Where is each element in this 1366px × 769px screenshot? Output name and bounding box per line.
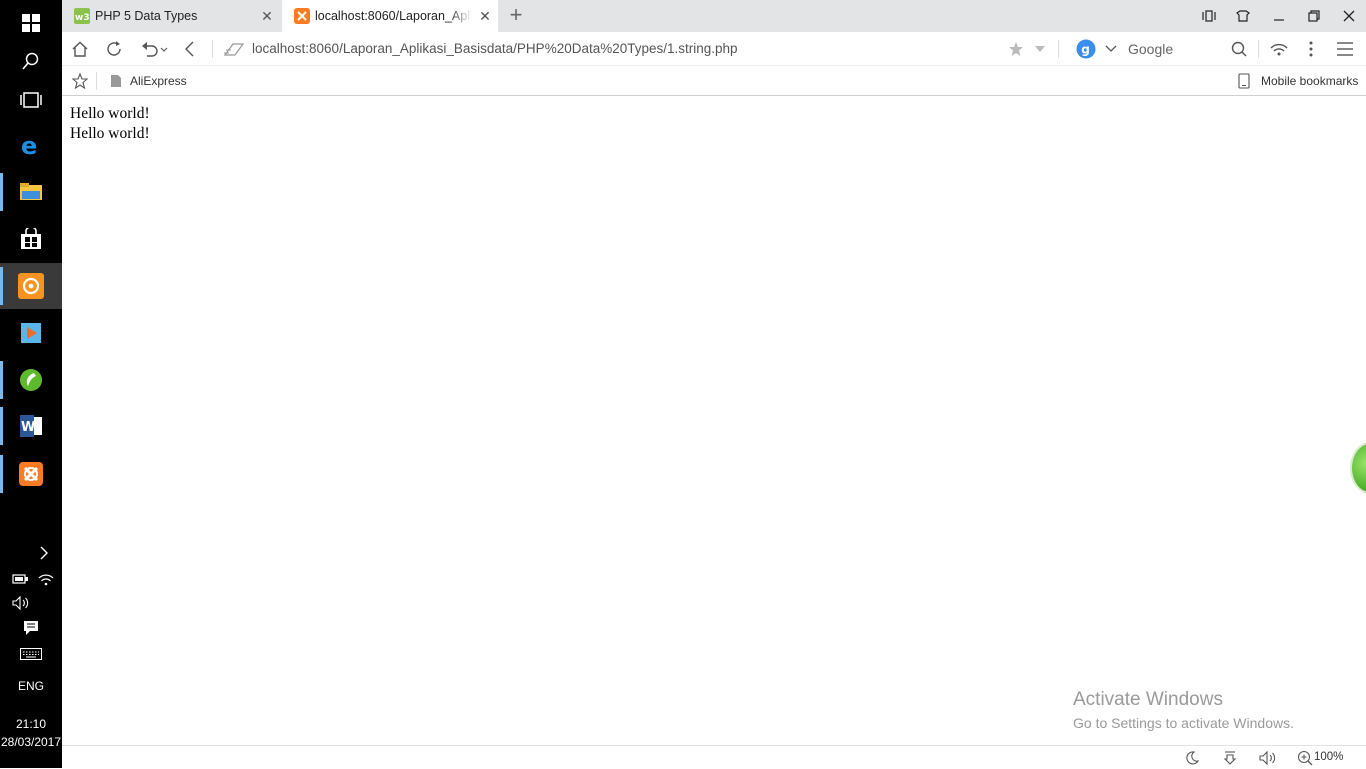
- menu-icon[interactable]: [1331, 32, 1359, 66]
- w3schools-favicon-icon: w3: [74, 8, 90, 24]
- keyboard-icon[interactable]: [19, 646, 43, 662]
- bookmarks-divider: [96, 72, 97, 90]
- browser-window: w3 PHP 5 Data Types ✕ localhost:8060/Lap…: [62, 0, 1366, 768]
- language-indicator[interactable]: ENG: [0, 679, 62, 693]
- wifi-share-icon[interactable]: [1265, 32, 1293, 66]
- close-icon[interactable]: ✕: [254, 8, 280, 25]
- close-icon[interactable]: ✕: [472, 8, 498, 25]
- undo-close-icon[interactable]: [138, 32, 172, 66]
- minimize-icon[interactable]: [1262, 0, 1296, 32]
- bookmark-aliexpress[interactable]: AliExpress: [130, 66, 187, 96]
- clock-time[interactable]: 21:10: [0, 717, 62, 731]
- clock-date[interactable]: 28/03/2017: [0, 735, 62, 749]
- output-line: Hello world!: [70, 125, 150, 142]
- floating-ball-icon[interactable]: [1350, 442, 1366, 494]
- tab-php-data-types[interactable]: w3 PHP 5 Data Types ✕: [62, 0, 280, 32]
- close-window-icon[interactable]: [1332, 0, 1366, 32]
- page-content: Hello world! Hello world! Activate Windo…: [62, 96, 1366, 745]
- google-icon[interactable]: g: [1072, 32, 1100, 66]
- media-player-icon[interactable]: [0, 310, 62, 356]
- taskbar: e W ENG 21:10 28/03/2017: [0, 0, 62, 768]
- chevron-down-icon[interactable]: [1026, 32, 1054, 66]
- toolbar-divider: [212, 40, 213, 58]
- uc-browser-icon[interactable]: [0, 263, 62, 309]
- page-icon: [102, 66, 130, 96]
- tab-title: PHP 5 Data Types: [95, 9, 198, 23]
- battery-icon[interactable]: [12, 572, 30, 586]
- search-engine-label[interactable]: Google: [1128, 32, 1173, 66]
- svg-text:W: W: [21, 420, 35, 435]
- svg-text:e: e: [21, 133, 37, 157]
- tab-bar: w3 PHP 5 Data Types ✕ localhost:8060/Lap…: [62, 0, 1366, 32]
- skin-icon[interactable]: [1226, 0, 1260, 32]
- file-explorer-icon[interactable]: [0, 169, 62, 215]
- restore-icon[interactable]: [1297, 0, 1331, 32]
- toolbar-divider: [1258, 40, 1259, 58]
- new-tab-icon[interactable]: +: [504, 4, 528, 28]
- home-icon[interactable]: [66, 32, 94, 66]
- toolbar-divider: [1058, 40, 1059, 58]
- activate-windows-subtitle: Go to Settings to activate Windows.: [1073, 715, 1294, 731]
- zoom-icon[interactable]: [1294, 746, 1316, 769]
- download-icon[interactable]: [1219, 746, 1241, 769]
- back-icon[interactable]: [176, 32, 204, 66]
- word-icon[interactable]: W: [0, 403, 62, 449]
- star-outline-icon[interactable]: [66, 66, 94, 96]
- night-mode-icon[interactable]: [1181, 746, 1203, 769]
- more-options-icon[interactable]: [1297, 32, 1325, 66]
- bookmarks-bar: AliExpress Mobile bookmarks: [62, 66, 1366, 96]
- store-icon[interactable]: [0, 216, 62, 262]
- speed-mode-icon[interactable]: [220, 32, 248, 66]
- mobile-icon[interactable]: [1230, 66, 1258, 96]
- tab-title: localhost:8060/Laporan_Aplikasi_Basisdat…: [315, 9, 472, 23]
- xampp-icon[interactable]: [0, 451, 62, 497]
- mobile-bookmarks[interactable]: Mobile bookmarks: [1261, 66, 1358, 96]
- edge-icon[interactable]: e: [0, 122, 62, 168]
- search-engine-dropdown-icon[interactable]: [1097, 32, 1125, 66]
- dreamweaver-icon[interactable]: [0, 357, 62, 403]
- navigation-toolbar: localhost:8060/Laporan_Aplikasi_Basisdat…: [62, 32, 1366, 66]
- output-line: Hello world!: [70, 105, 150, 122]
- activate-windows-title: Activate Windows: [1073, 689, 1223, 710]
- reload-icon[interactable]: [100, 32, 128, 66]
- mute-icon[interactable]: [1257, 746, 1279, 769]
- volume-icon[interactable]: [11, 595, 31, 611]
- task-view-icon[interactable]: [0, 77, 62, 123]
- xampp-favicon-icon: [294, 8, 310, 24]
- svg-text:g: g: [1081, 43, 1090, 57]
- zoom-level[interactable]: 100%: [1314, 746, 1343, 769]
- svg-text:w3: w3: [75, 13, 90, 23]
- action-center-icon[interactable]: [21, 619, 41, 637]
- tile-windows-icon[interactable]: [1192, 0, 1226, 32]
- search-icon[interactable]: [1225, 32, 1253, 66]
- address-bar[interactable]: localhost:8060/Laporan_Aplikasi_Basisdat…: [252, 32, 738, 66]
- status-bar: 100%: [62, 745, 1366, 768]
- chevron-right-icon[interactable]: [36, 545, 52, 561]
- wifi-icon[interactable]: [38, 572, 54, 586]
- tab-localhost[interactable]: localhost:8060/Laporan_Aplikasi_Basisdat…: [282, 0, 498, 32]
